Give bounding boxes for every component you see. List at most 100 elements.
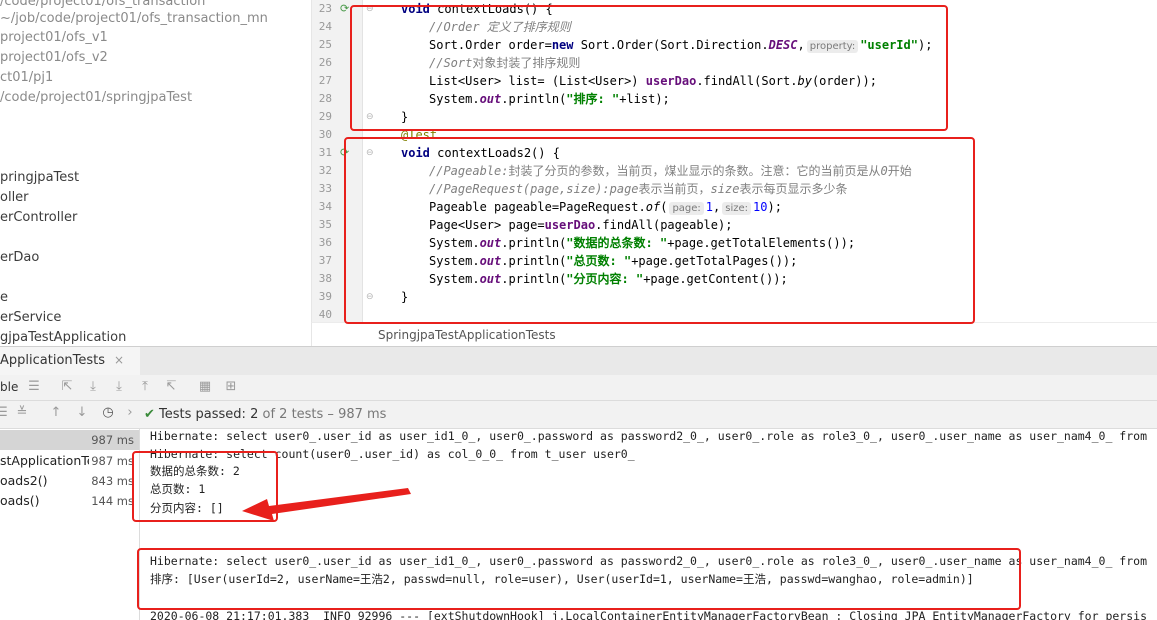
line-number: 33 xyxy=(318,182,332,195)
code-text: Page<User> page= xyxy=(429,218,545,232)
code-text: ); xyxy=(917,38,933,52)
history-icon[interactable]: ↸ xyxy=(163,379,179,394)
test-name: oads() xyxy=(0,493,40,508)
code-number: 10 xyxy=(753,200,768,214)
code-comment: 表示当前页， xyxy=(638,182,711,196)
code-text: ); xyxy=(767,200,782,214)
collapse-icon[interactable]: ⇱ xyxy=(59,379,75,394)
code-text: Sort.Order order= xyxy=(429,38,552,52)
code-text: +list); xyxy=(619,92,670,106)
code-comment: 开始 xyxy=(887,164,912,178)
tree-item-usercontroller[interactable]: erController xyxy=(0,208,77,228)
test-row[interactable]: oads2() 843 ms xyxy=(0,471,139,491)
code-field: out xyxy=(479,254,502,268)
tree-item-springjpatest[interactable]: pringjpaTest xyxy=(0,168,79,188)
chevron-right-icon[interactable]: › xyxy=(122,405,138,420)
line-number: 24 xyxy=(318,20,332,33)
code-text: .println( xyxy=(501,254,567,268)
sort-icon[interactable]: ☰ xyxy=(0,405,10,420)
tree-item-ofs-v2[interactable]: project01/ofs_v2 xyxy=(0,48,108,68)
code-string: "数据的总条数: " xyxy=(566,236,668,250)
export-icon[interactable]: ⤒ xyxy=(137,379,153,394)
code-line-26: //Sort对象封装了排序规则 xyxy=(429,54,580,72)
tree-item-controller[interactable]: oller xyxy=(0,188,29,208)
code-text: +page.getContent()); xyxy=(643,272,788,286)
code-comment: //PageRequest(page,size):page xyxy=(429,182,639,196)
table-icon[interactable]: ▦ xyxy=(197,379,213,394)
tree-item-userservice[interactable]: erService xyxy=(0,308,61,328)
code-text: } xyxy=(401,110,409,124)
code-text: contextLoads() { xyxy=(429,2,553,16)
code-text: } xyxy=(401,290,409,304)
console-line: 总页数: 1 xyxy=(150,482,206,496)
line-number: 27 xyxy=(318,74,332,87)
breadcrumb-class-name[interactable]: SpringjpaTestApplicationTests xyxy=(378,328,556,342)
editor-breadcrumb[interactable]: SpringjpaTestApplicationTests xyxy=(311,322,1157,347)
code-line-33: //PageRequest(page,size):page表示当前页，size表… xyxy=(429,180,847,198)
tree-item-service[interactable]: e xyxy=(0,288,8,308)
code-keyword: void xyxy=(401,146,430,160)
code-editor[interactable]: 23 24 25 26 27 28 29 30 31 32 33 34 35 3… xyxy=(311,0,1157,322)
line-number: 40 xyxy=(318,308,332,321)
code-string: "分页内容: " xyxy=(566,272,644,286)
previous-failed-icon[interactable]: ↑ xyxy=(48,405,64,420)
code-line-32: //Pageable:封装了分页的参数，当前页，煤业显示的条数。注意：它的当前页… xyxy=(429,162,912,180)
code-line-35: Page<User> page=userDao.findAll(pageable… xyxy=(429,216,732,234)
menu-icon[interactable]: ☰ xyxy=(26,379,42,394)
code-string: "排序: " xyxy=(566,92,620,106)
tree-item-application[interactable]: gjpaTestApplication xyxy=(0,328,126,346)
next-failed-icon[interactable]: ↓ xyxy=(74,405,90,420)
run-test-icon[interactable]: ⟳ xyxy=(340,3,352,15)
line-number: 31 xyxy=(318,146,332,159)
run-tab-label: ApplicationTests xyxy=(0,353,106,368)
code-text: List<User> list= (List<User>) xyxy=(429,74,646,88)
clock-icon[interactable]: ◷ xyxy=(100,405,116,420)
close-icon[interactable]: × xyxy=(114,353,124,367)
tree-item-ofs-v1[interactable]: project01/ofs_v1 xyxy=(0,28,108,48)
tree-item-pj1[interactable]: ct01/pj1 xyxy=(0,68,53,88)
code-text: , xyxy=(797,38,805,52)
console-line: 2020-06-08 21:17:01.383 INFO 92996 --- [… xyxy=(150,609,1147,620)
code-line-25: Sort.Order order=new Sort.Order(Sort.Dir… xyxy=(429,36,932,54)
toolbar-label: ble xyxy=(0,380,19,394)
fold-icon[interactable]: ⊖ xyxy=(366,144,374,162)
tree-item-ofs-transaction-mn[interactable]: ~/job/code/project01/ofs_transaction_mn xyxy=(0,9,268,29)
line-number: 37 xyxy=(318,254,332,267)
code-line-31: void contextLoads2() { xyxy=(401,144,560,162)
code-keyword: void xyxy=(401,2,430,16)
parameter-hint: page: xyxy=(669,202,704,215)
download-icon[interactable]: ⤓ xyxy=(111,379,127,394)
tree-item-userdao[interactable]: erDao xyxy=(0,248,39,268)
import-icon[interactable]: ⤓ xyxy=(85,379,101,394)
line-gutter: 23 24 25 26 27 28 29 30 31 32 33 34 35 3… xyxy=(312,0,363,322)
fold-icon[interactable]: ⊖ xyxy=(366,0,374,18)
project-tree: /code/project01/ofs_transaction ~/job/co… xyxy=(0,0,311,346)
test-row[interactable]: oads() 144 ms xyxy=(0,491,139,511)
code-text: Sort.Order(Sort.Direction. xyxy=(573,38,769,52)
code-number: 1 xyxy=(705,200,714,214)
parameter-hint: size: xyxy=(722,202,752,215)
code-field: DESC xyxy=(768,38,798,52)
console-line: 数据的总条数: 2 xyxy=(150,464,240,478)
code-text: .findAll(pageable); xyxy=(595,218,733,232)
layout-icon[interactable]: ⊞ xyxy=(223,379,239,394)
tree-item-springjpatest-path[interactable]: /code/project01/springjpaTest xyxy=(0,88,192,108)
console-line: Hibernate: select user0_.user_id as user… xyxy=(150,554,1147,568)
code-text: (order)); xyxy=(811,74,877,88)
test-row[interactable]: 987 ms xyxy=(0,430,139,450)
line-number: 26 xyxy=(318,56,332,69)
tests-passed-label: Tests passed: xyxy=(159,407,246,422)
fold-icon[interactable]: ⊖ xyxy=(366,288,374,306)
parameter-hint: property: xyxy=(806,40,859,53)
filter-icon[interactable]: ≚ xyxy=(14,405,30,420)
code-text: ( xyxy=(660,200,668,214)
code-comment: //Pageable: xyxy=(429,164,509,178)
code-comment: //Order 定义了排序规则 xyxy=(429,20,571,34)
annotation-arrow-icon xyxy=(242,488,411,521)
run-tab[interactable]: ApplicationTests × xyxy=(0,347,140,375)
run-test-icon[interactable]: ⟳ xyxy=(340,147,352,159)
line-number: 30 xyxy=(318,128,332,141)
code-text: +page.getTotalPages()); xyxy=(631,254,798,268)
test-row[interactable]: stApplicationTe 987 ms xyxy=(0,451,139,471)
fold-icon[interactable]: ⊖ xyxy=(366,108,374,126)
